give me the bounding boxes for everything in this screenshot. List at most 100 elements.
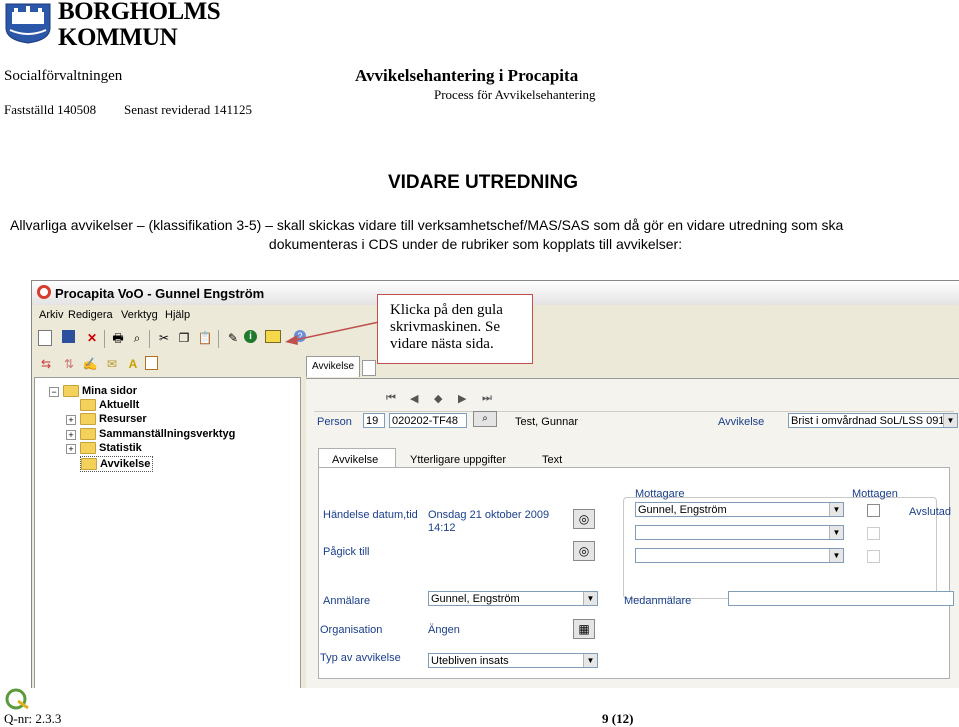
- record-pane: Avvikelse ⏮ ◀ ◆ ▶ ⏭ Person 19 020202-TF4…: [302, 352, 959, 688]
- medanmalare-label: Medanmälare: [624, 595, 692, 607]
- callout-line3: vidare nästa sida.: [390, 336, 494, 352]
- page-number: 9 (12): [602, 711, 634, 726]
- previous-record-icon[interactable]: ◀: [410, 392, 418, 405]
- established-date: Fastställd 140508: [4, 102, 97, 117]
- person-name: Test, Gunnar: [515, 416, 578, 428]
- callout-line2: skrivmaskinen. Se: [390, 319, 500, 335]
- current-record-icon[interactable]: ◆: [434, 392, 442, 405]
- next-record-icon[interactable]: ▶: [458, 392, 466, 405]
- info-icon[interactable]: i: [244, 330, 257, 343]
- binoculars-icon[interactable]: ⌕: [129, 330, 145, 346]
- cut-icon[interactable]: ✂: [156, 330, 172, 346]
- pharmacy-icon[interactable]: A: [125, 356, 141, 372]
- print-icon[interactable]: 🖶: [110, 330, 126, 346]
- folder-icon: [80, 428, 96, 441]
- tree-item-avvikelse[interactable]: Avvikelse: [80, 456, 154, 472]
- calendar-clock-button[interactable]: ◎: [573, 509, 595, 529]
- tree-root-mina-sidor[interactable]: Mina sidor: [63, 384, 137, 398]
- anmalare-select[interactable]: Gunnel, Engström ▼: [428, 591, 598, 606]
- tree-collapse-toggle[interactable]: −: [49, 387, 59, 397]
- calendar-icon[interactable]: [145, 356, 158, 370]
- intro-text-line2: dokumenteras i CDS under de rubriker som…: [268, 236, 683, 252]
- navigation-tree-pane: − Mina sidor Aktuellt + Resurser + Samma…: [34, 377, 301, 688]
- sort-icon[interactable]: ⇅: [61, 356, 77, 372]
- subtab-text[interactable]: Text: [542, 454, 562, 466]
- folder-icon: [80, 399, 96, 412]
- pagick-clock-button[interactable]: ◎: [573, 541, 595, 561]
- document-title: Avvikelsehantering i Procapita: [355, 66, 579, 85]
- typ-av-avvikelse-select[interactable]: Utebliven insats ▼: [428, 653, 598, 668]
- document-subtitle: Process för Avvikelsehantering: [434, 87, 596, 102]
- mottagen-checkbox-3[interactable]: [867, 550, 880, 563]
- delete-icon[interactable]: ✕: [84, 330, 100, 346]
- org-name-line2: KOMMUN: [58, 24, 178, 51]
- procapita-app-icon: [37, 285, 51, 299]
- tab-page-icon[interactable]: [362, 360, 376, 376]
- mottagare-select-3[interactable]: ▼: [635, 548, 844, 563]
- record-content: ⏮ ◀ ◆ ▶ ⏭ Person 19 020202-TF48 ⌕ Test, …: [306, 378, 959, 688]
- person-lookup-button[interactable]: ⌕: [473, 411, 497, 427]
- copy-icon[interactable]: ❐: [176, 330, 192, 346]
- edit-pen-icon[interactable]: ✎: [225, 330, 241, 346]
- tree-expand-icon[interactable]: ⇆: [38, 356, 54, 372]
- chevron-down-icon: ▼: [583, 592, 597, 605]
- tree-expand-toggle[interactable]: +: [66, 430, 76, 440]
- tree-item-aktuellt[interactable]: Aktuellt: [80, 398, 139, 412]
- department-name: Socialförvaltningen: [4, 68, 123, 84]
- callout-line1: Klicka på den gula: [390, 302, 503, 318]
- person-label: Person: [317, 416, 352, 428]
- municipal-crest-logo: [5, 3, 51, 44]
- mottagare-select-1[interactable]: Gunnel, Engström ▼: [635, 502, 844, 517]
- mottagare-label: Mottagare: [635, 488, 685, 500]
- mottagen-checkbox-1[interactable]: [867, 504, 880, 517]
- avvikelse-select[interactable]: Brist i omvårdnad SoL/LSS 091021 ▼: [788, 413, 958, 428]
- folder-icon: [81, 458, 97, 471]
- menu-arkiv[interactable]: Arkiv: [39, 309, 63, 321]
- folder-icon: [63, 385, 79, 398]
- person-number-field[interactable]: 19: [363, 413, 385, 428]
- chevron-down-icon: ▼: [583, 654, 597, 667]
- typ-av-avvikelse-label: Typ av avvikelse: [320, 652, 401, 664]
- avslutad-label: Avslutad: [909, 506, 951, 518]
- mottagare-select-2[interactable]: ▼: [635, 525, 844, 540]
- tree-expand-toggle[interactable]: +: [66, 444, 76, 454]
- handelse-date: Onsdag 21 oktober 2009: [428, 509, 550, 521]
- record-navigation: ⏮ ◀ ◆ ▶ ⏭: [314, 389, 954, 412]
- organisation-label: Organisation: [320, 624, 383, 636]
- handelse-label: Händelse datum,tid: [323, 509, 418, 521]
- first-record-icon[interactable]: ⏮: [386, 392, 396, 405]
- note-icon[interactable]: ✍: [82, 356, 98, 372]
- organisation-picker-button[interactable]: ▦: [573, 619, 595, 639]
- app-title: Procapita VoO - Gunnel Engström: [55, 286, 265, 301]
- new-document-icon[interactable]: [38, 330, 52, 346]
- tree-item-statistik[interactable]: Statistik: [80, 441, 142, 455]
- typewriter-icon[interactable]: [265, 330, 281, 343]
- menu-hjalp[interactable]: Hjälp: [165, 309, 190, 321]
- medanmalare-field[interactable]: [728, 591, 954, 606]
- tab-avvikelse[interactable]: Avvikelse: [306, 356, 360, 377]
- menu-redigera[interactable]: Redigera: [68, 309, 113, 321]
- subtab-ytterligare-uppgifter[interactable]: Ytterligare uppgifter: [410, 454, 506, 466]
- org-name-line1: BORGHOLMS: [58, 0, 221, 25]
- tree-expand-toggle[interactable]: +: [66, 415, 76, 425]
- save-icon[interactable]: [62, 330, 75, 343]
- last-record-icon[interactable]: ⏭: [482, 392, 492, 405]
- handelse-time: 14:12: [428, 522, 456, 534]
- subtab-avvikelse[interactable]: Avvikelse: [332, 454, 378, 466]
- chevron-down-icon: ▼: [829, 549, 843, 562]
- paste-icon[interactable]: 📋: [197, 330, 213, 346]
- menu-verktyg[interactable]: Verktyg: [121, 309, 158, 321]
- folder-icon: [80, 442, 96, 455]
- revised-date: Senast reviderad 141125: [124, 102, 253, 117]
- callout-arrow: [285, 321, 380, 345]
- pagick-label: Pågick till: [323, 546, 370, 558]
- folder-icon: [80, 413, 96, 426]
- mottagen-checkbox-2[interactable]: [867, 527, 880, 540]
- tree-item-resurser[interactable]: Resurser: [80, 412, 147, 426]
- q-number: Q-nr: 2.3.3: [4, 711, 62, 726]
- anmalare-label: Anmälare: [323, 595, 371, 607]
- person-id-field[interactable]: 020202-TF48: [389, 413, 467, 428]
- mail-icon[interactable]: ✉: [104, 356, 120, 372]
- intro-text-line1: Allvarliga avvikelser – (klassifikation …: [10, 217, 844, 233]
- tree-item-sammanstallningsverktyg[interactable]: Sammanställningsverktyg: [80, 427, 235, 441]
